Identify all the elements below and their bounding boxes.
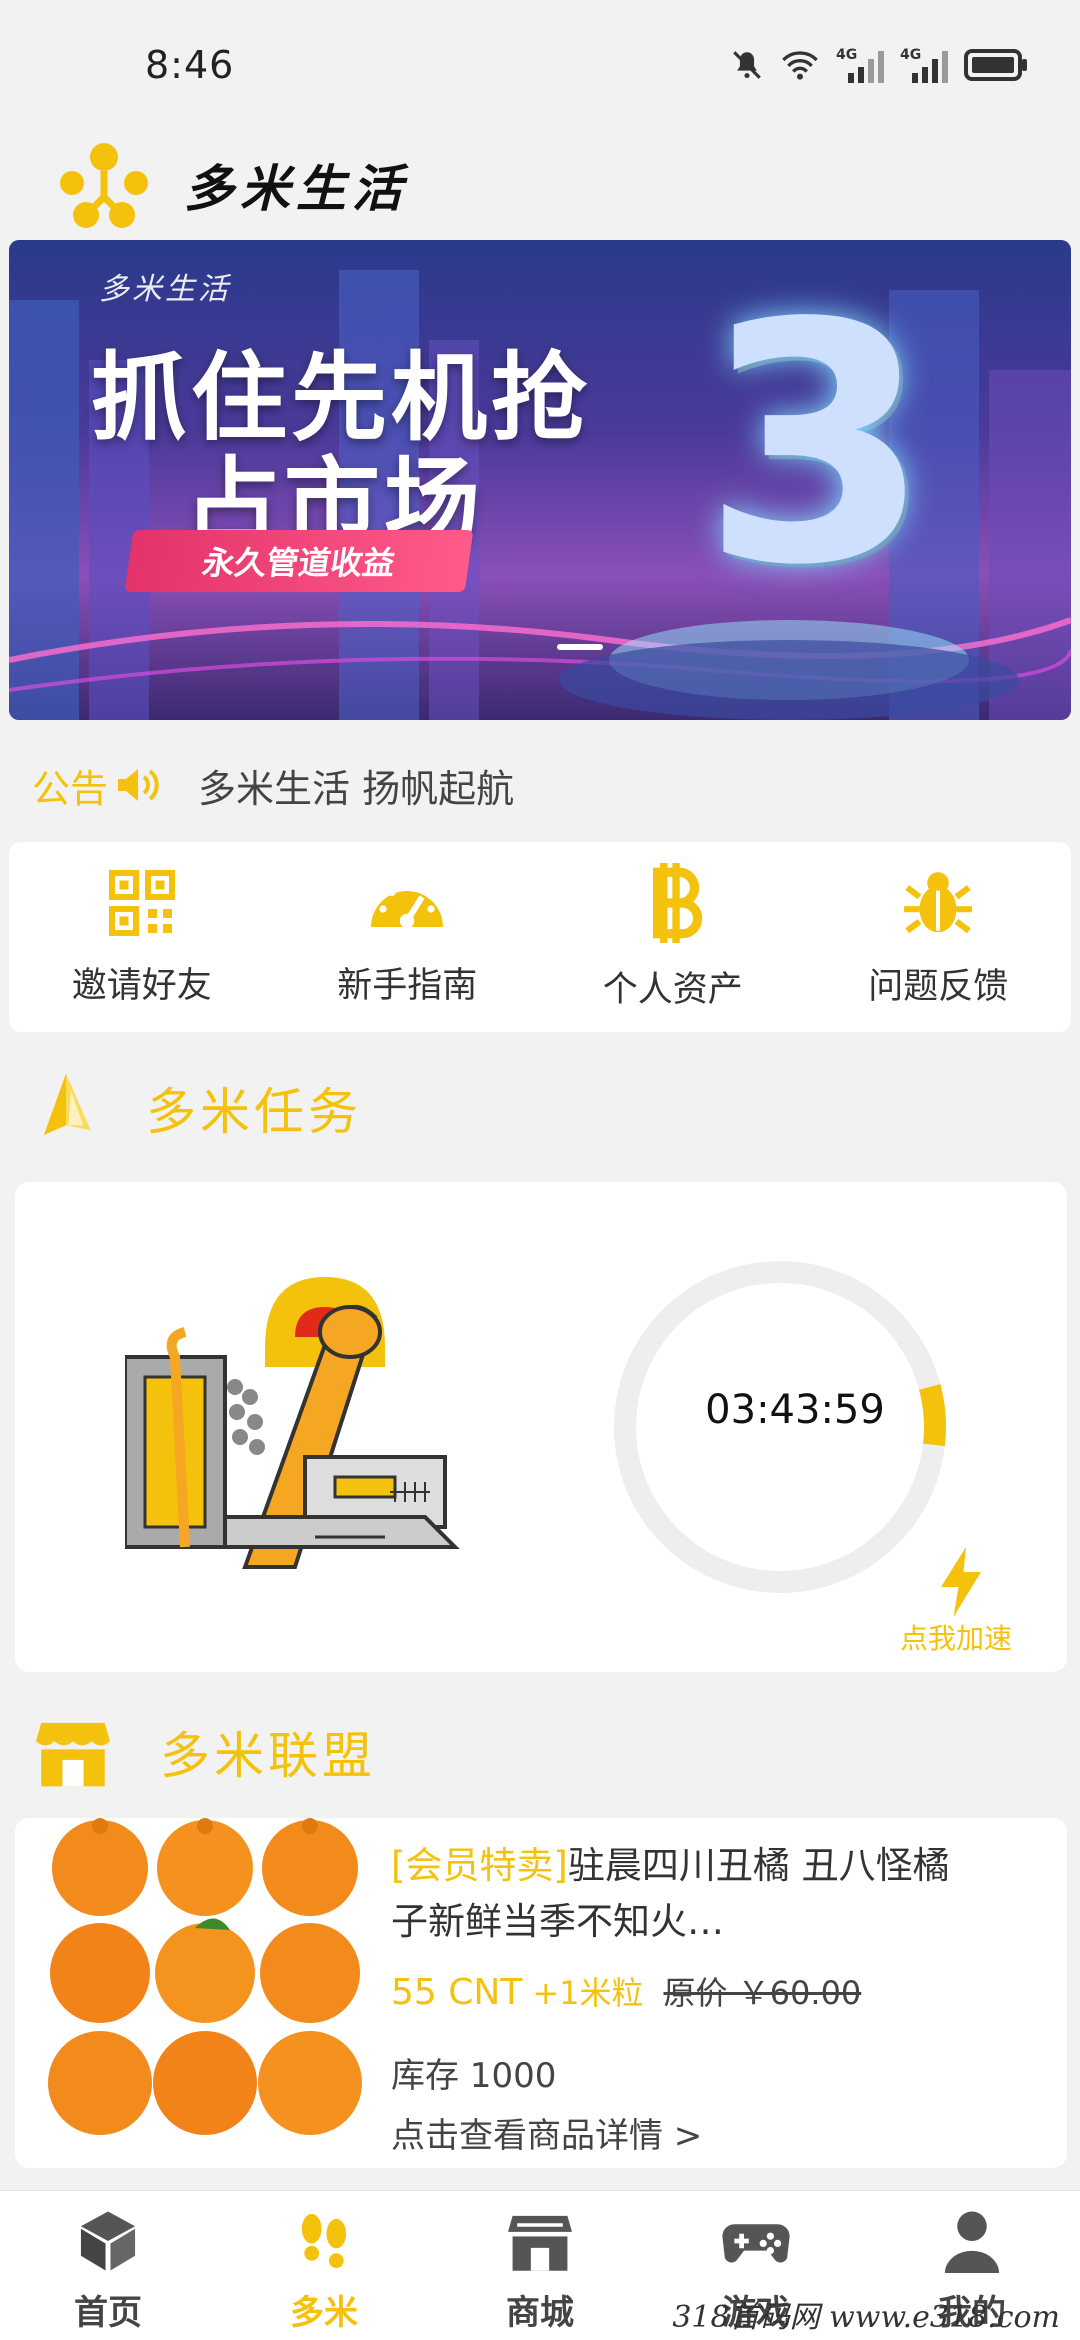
bitcoin-icon (652, 862, 702, 943)
shortcut-invite-friends[interactable]: 邀请好友 (9, 842, 275, 1032)
product-title-block: [会员特卖]驻晨四川丑橘 丑八怪橘子新鲜当季不知火… (391, 1838, 951, 1950)
task-section-title: 多米任务 (146, 1083, 362, 1141)
status-icons: 4G 4G (730, 47, 1028, 83)
nav-duomi[interactable]: 多米 (216, 2191, 432, 2340)
store-icon (508, 2215, 572, 2271)
wifi-icon (782, 51, 818, 80)
status-bar: 8:46 4G 4G (0, 0, 1080, 130)
nav-label: 多米 (290, 2293, 358, 2333)
nav-label: 商城 (506, 2293, 574, 2333)
banner-page-indicator (557, 644, 603, 650)
product-detail-link[interactable]: 点击查看商品详情 > (391, 2108, 702, 2157)
shortcut-label: 邀请好友 (71, 965, 212, 1006)
shortcut-personal-assets[interactable]: 个人资产 (540, 842, 806, 1032)
product-bonus: +1米粒 (532, 1974, 644, 2012)
pyramid-icon (43, 1073, 91, 1136)
app-name: 多米生活 (184, 160, 408, 218)
signal-icon-2: 4G (900, 47, 948, 83)
product-original-price: 原价 ￥60.00 (663, 1974, 862, 2012)
notice-text: 多米生活 扬帆起航 (198, 766, 515, 811)
person-icon (944, 2211, 1000, 2273)
promo-banner[interactable]: 多米生活 抓住先机抢 占市场 永久管道收益 3 (9, 240, 1071, 720)
nav-home[interactable]: 首页 (0, 2191, 216, 2340)
qr-code-icon (108, 869, 175, 936)
boost-button[interactable]: 点我加速 (900, 1617, 1012, 1657)
task-section-header: 多米任务 (0, 1053, 1080, 1163)
alliance-section-title: 多米联盟 (160, 1727, 376, 1785)
signal-icon-1: 4G (836, 47, 884, 83)
task-timer-text: 03:43:59 (705, 1387, 885, 1433)
shortcut-label: 个人资产 (602, 969, 743, 1010)
product-stock: 库存 1000 (391, 2056, 557, 2096)
cube-icon (80, 2211, 136, 2271)
mining-machine-illustration (125, 1277, 460, 1569)
shortcut-feedback[interactable]: 问题反馈 (806, 842, 1072, 1032)
banner-brand: 多米生活 (99, 272, 231, 307)
product-card[interactable]: [会员特卖]驻晨四川丑橘 丑八怪橘子新鲜当季不知火… 55 CNT +1米粒 原… (15, 1818, 1067, 2168)
shortcut-grid: 邀请好友 新手指南 个人资产 问题反馈 (9, 842, 1071, 1032)
price-row: 55 CNT +1米粒 原价 ￥60.00 (391, 1968, 861, 2014)
shortcut-label: 新手指南 (337, 965, 478, 1006)
orange-group (48, 1818, 362, 2135)
product-price: 55 CNT (391, 1972, 523, 2013)
alliance-section-header: 多米联盟 (0, 1697, 1080, 1807)
bug-icon (904, 871, 973, 933)
notice-bar[interactable]: 公告 多米生活 扬帆起航 (0, 735, 1080, 835)
speedometer-icon (371, 882, 444, 928)
shortcut-beginner-guide[interactable]: 新手指南 (275, 842, 541, 1032)
gamepad-icon (722, 2224, 790, 2263)
lightning-icon[interactable] (935, 1547, 987, 1617)
task-card: 03:43:59 点我加速 (15, 1182, 1067, 1672)
notice-label: 公告 (32, 766, 109, 811)
banner-ribbon: 永久管道收益 (124, 530, 474, 592)
app-logo-icon (60, 143, 148, 228)
watermark: 318首码网 www.e318.com (672, 2300, 1060, 2335)
banner-big-number: 3 (701, 253, 931, 637)
status-time: 8:46 (145, 43, 235, 87)
nav-label: 首页 (74, 2293, 142, 2333)
battery-icon (964, 49, 1027, 81)
footprints-icon (301, 2213, 347, 2269)
speaker-icon (118, 769, 159, 801)
app-header: 多米生活 (0, 130, 1080, 240)
product-image (45, 1818, 375, 2148)
product-tag: [会员特卖] (391, 1844, 568, 1887)
mute-bell-icon (733, 51, 761, 79)
nav-mall[interactable]: 商城 (432, 2191, 648, 2340)
store-icon (36, 1722, 110, 1787)
shortcut-label: 问题反馈 (868, 966, 1009, 1007)
